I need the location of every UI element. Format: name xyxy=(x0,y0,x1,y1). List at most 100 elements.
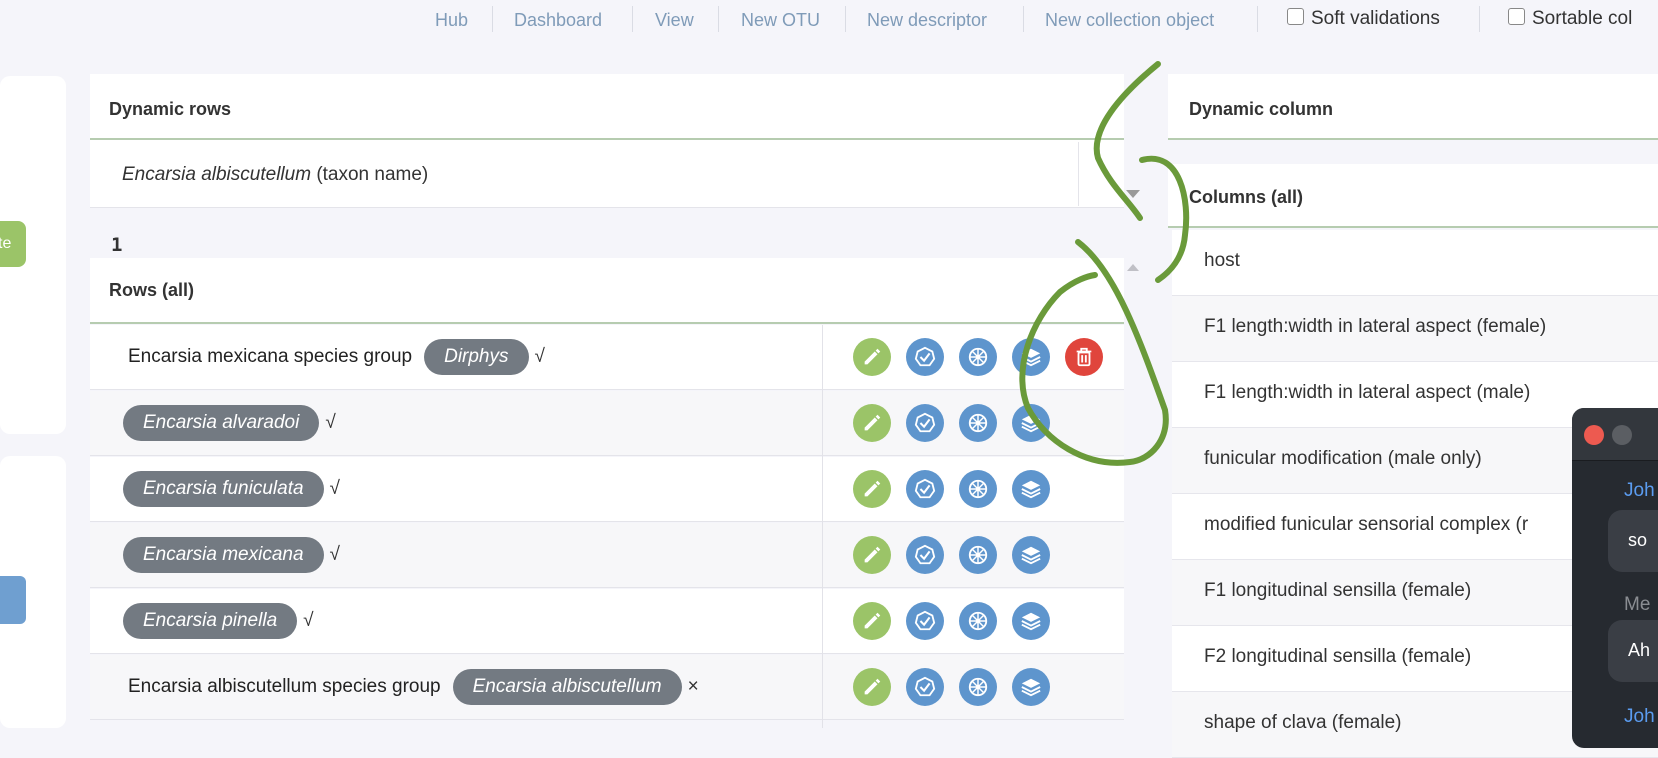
nav-new-collection-object-link[interactable]: New collection object xyxy=(1045,10,1214,31)
nav-view-link[interactable]: View xyxy=(655,10,694,31)
table-row[interactable]: Encarsia funiculata √ xyxy=(90,457,1124,522)
table-row[interactable]: Encarsia alvaradoi √ xyxy=(90,391,1124,456)
validate-button[interactable] xyxy=(906,470,944,508)
layers-icon xyxy=(1020,478,1042,500)
nav-separator xyxy=(845,6,846,32)
edit-button[interactable] xyxy=(853,404,891,442)
minimize-dot-icon[interactable] xyxy=(1612,425,1632,445)
dynamic-column-title: Dynamic column xyxy=(1189,99,1334,119)
pencil-icon xyxy=(861,676,883,698)
taxon-pill[interactable]: Dirphys xyxy=(424,339,529,375)
validate-button[interactable] xyxy=(906,602,944,640)
nav-new-descriptor-link[interactable]: New descriptor xyxy=(867,10,987,31)
layers-icon xyxy=(1020,544,1042,566)
row-count: 1 xyxy=(111,234,123,256)
dynamic-rows-title: Dynamic rows xyxy=(109,99,232,119)
check-badge-icon xyxy=(914,478,936,500)
layers-icon xyxy=(1020,676,1042,698)
row-name: Encarsia albiscutellum species group Enca… xyxy=(128,655,699,719)
annotations-button[interactable] xyxy=(1012,668,1050,706)
edit-button[interactable] xyxy=(853,602,891,640)
annotations-button[interactable] xyxy=(1012,404,1050,442)
nav-new-otu-link[interactable]: New OTU xyxy=(741,10,820,31)
taxon-pill[interactable]: Encarsia pinella xyxy=(123,603,298,639)
chat-message: Ah xyxy=(1608,620,1658,682)
edit-button[interactable] xyxy=(853,536,891,574)
sortable-columns-checkbox[interactable] xyxy=(1508,8,1525,25)
nav-separator xyxy=(1479,6,1480,32)
selected-taxon: Encarsia albiscutellum (taxon name) xyxy=(122,164,428,186)
actions-column-divider xyxy=(822,325,823,728)
column-item[interactable]: F1 length:width in lateral aspect (femal… xyxy=(1172,296,1658,362)
taxon-pill[interactable]: Encarsia alvaradoi xyxy=(123,405,320,441)
layers-icon xyxy=(1020,610,1042,632)
table-row[interactable]: Encarsia pinella √ xyxy=(90,589,1124,654)
chevron-down-icon[interactable] xyxy=(1126,190,1140,198)
column-item[interactable]: host xyxy=(1172,230,1658,296)
radial-menu-button[interactable] xyxy=(959,602,997,640)
check-badge-icon xyxy=(914,544,936,566)
chat-message-text: Ah xyxy=(1628,640,1651,660)
table-row[interactable]: Encarsia mexicana √ xyxy=(90,523,1124,588)
rows-divider xyxy=(90,322,1124,324)
delete-button[interactable] xyxy=(1065,338,1103,376)
column-item-label: shape of clava (female) xyxy=(1204,712,1402,733)
scroll-up-arrow[interactable] xyxy=(1127,264,1139,271)
nav-separator xyxy=(718,6,719,32)
validate-button[interactable] xyxy=(906,668,944,706)
soft-validations-toggle[interactable]: Soft validations xyxy=(1287,8,1440,30)
taxon-pill[interactable]: Encarsia funiculata xyxy=(123,471,324,507)
trash-icon xyxy=(1073,346,1095,368)
sortable-columns-toggle[interactable]: Sortable col xyxy=(1508,8,1632,30)
chat-sender: Joh xyxy=(1624,706,1655,727)
radial-menu-button[interactable] xyxy=(959,536,997,574)
selected-taxon-type: (taxon name) xyxy=(316,164,429,185)
annotations-button[interactable] xyxy=(1012,536,1050,574)
table-row[interactable]: Encarsia albiscutellum species group Enca… xyxy=(90,655,1124,720)
edit-button[interactable] xyxy=(853,668,891,706)
taxon-pill[interactable]: Encarsia albiscutellum xyxy=(452,669,682,705)
edit-button[interactable] xyxy=(853,338,891,376)
valid-mark: √ xyxy=(303,610,314,631)
radial-menu-button[interactable] xyxy=(959,404,997,442)
row-name: Encarsia alvaradoi √ xyxy=(123,391,336,455)
rows-header xyxy=(90,258,1124,324)
wheel-icon xyxy=(967,412,989,434)
chat-title-bar xyxy=(1572,408,1658,461)
nav-dashboard-link[interactable]: Dashboard xyxy=(514,10,602,31)
radial-menu-button[interactable] xyxy=(959,668,997,706)
radial-menu-button[interactable] xyxy=(959,470,997,508)
valid-mark: √ xyxy=(534,346,545,367)
annotations-button[interactable] xyxy=(1012,470,1050,508)
columns-all-title: Columns (all) xyxy=(1189,187,1304,207)
nav-hub-link[interactable]: Hub xyxy=(435,10,468,31)
soft-validations-checkbox[interactable] xyxy=(1287,8,1304,25)
annotations-button[interactable] xyxy=(1012,338,1050,376)
create-button[interactable]: te xyxy=(0,221,26,267)
column-item-label: modified funicular sensorial complex (r xyxy=(1204,514,1529,535)
validate-button[interactable] xyxy=(906,404,944,442)
validate-button[interactable] xyxy=(906,536,944,574)
nav-separator xyxy=(492,6,493,32)
chat-sender: Joh xyxy=(1624,480,1655,501)
nav-separator xyxy=(1023,6,1024,32)
validate-button[interactable] xyxy=(906,338,944,376)
sortable-columns-label: Sortable col xyxy=(1532,8,1633,29)
edit-button[interactable] xyxy=(853,470,891,508)
column-item-label: funicular modification (male only) xyxy=(1204,448,1482,469)
valid-mark: √ xyxy=(329,544,340,565)
table-row[interactable]: Encarsia mexicana species group Dirphys √ xyxy=(90,325,1124,390)
close-dot-icon[interactable] xyxy=(1584,425,1604,445)
column-item-label: F1 length:width in lateral aspect (femal… xyxy=(1204,316,1547,337)
invalid-mark: × xyxy=(687,676,699,697)
rows-all-title: Rows (all) xyxy=(109,280,195,300)
wheel-icon xyxy=(967,544,989,566)
cell-divider xyxy=(1078,142,1079,206)
soft-validations-label: Soft validations xyxy=(1311,8,1440,29)
radial-menu-button[interactable] xyxy=(959,338,997,376)
annotations-button[interactable] xyxy=(1012,602,1050,640)
taxon-pill[interactable]: Encarsia mexicana xyxy=(123,537,324,573)
layers-icon xyxy=(1020,346,1042,368)
blue-action-button[interactable] xyxy=(0,576,26,624)
valid-mark: √ xyxy=(325,412,336,433)
